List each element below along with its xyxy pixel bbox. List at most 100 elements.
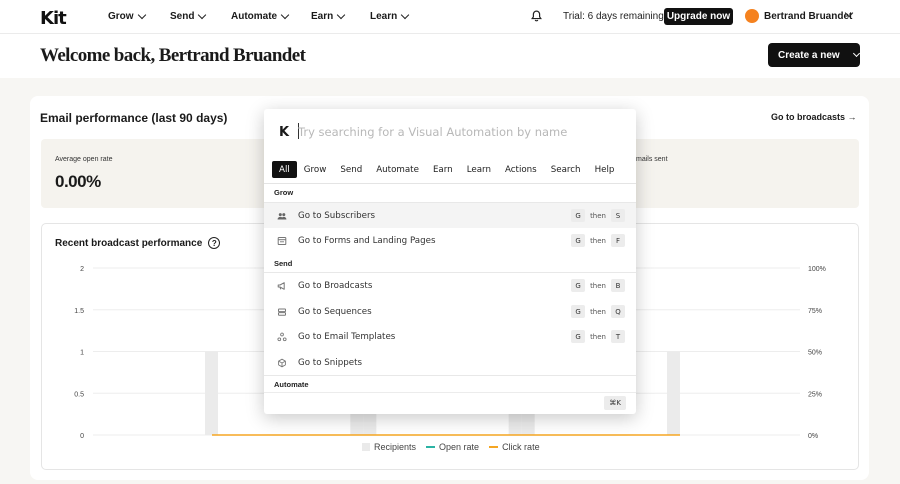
avatar[interactable] bbox=[745, 9, 759, 23]
then-text: then bbox=[590, 332, 606, 341]
emails-sent-label: mails sent bbox=[636, 156, 668, 163]
performance-title: Email performance (last 90 days) bbox=[40, 111, 228, 125]
create-new-label: Create a new bbox=[778, 49, 840, 61]
then-text: then bbox=[590, 281, 606, 290]
then-text: then bbox=[590, 307, 606, 316]
shortcut: G then S bbox=[571, 209, 625, 222]
palette-item-snippets[interactable]: Go to Snippets bbox=[264, 350, 636, 375]
open-rate-swatch bbox=[426, 446, 436, 448]
palette-item-forms[interactable]: Go to Forms and Landing Pages G then F bbox=[264, 228, 636, 253]
divider bbox=[264, 392, 636, 393]
create-new-button[interactable]: Create a new bbox=[768, 43, 860, 67]
command-palette: K All Grow Send Automate Earn Learn Acti… bbox=[264, 109, 636, 414]
template-icon bbox=[277, 332, 287, 341]
user-name[interactable]: Bertrand Bruandet bbox=[764, 11, 852, 22]
top-nav: Kit Grow Send Automate Earn Learn Trial:… bbox=[0, 0, 900, 34]
sequence-icon bbox=[278, 308, 286, 316]
palette-item-email-templates[interactable]: Go to Email Templates G then T bbox=[264, 324, 636, 349]
click-rate-swatch bbox=[489, 446, 499, 448]
key: B bbox=[611, 279, 625, 292]
palette-item-subscribers[interactable]: Go to Subscribers G then S bbox=[264, 203, 636, 228]
key: S bbox=[611, 209, 625, 222]
palette-item-label: Go to Snippets bbox=[298, 357, 363, 368]
users-icon bbox=[277, 212, 287, 219]
page-title: Welcome back, Bertrand Bruandet bbox=[40, 45, 306, 66]
key: T bbox=[611, 330, 625, 343]
chart-title-text: Recent broadcast performance bbox=[55, 237, 203, 249]
nav-grow[interactable]: Grow bbox=[108, 10, 146, 22]
tab-send[interactable]: Send bbox=[333, 161, 369, 178]
chart-title: Recent broadcast performance ? bbox=[55, 237, 221, 249]
key: G bbox=[571, 234, 586, 247]
divider bbox=[264, 183, 636, 184]
nav-earn[interactable]: Earn bbox=[311, 10, 346, 22]
section-send: Send bbox=[274, 259, 293, 268]
tab-help[interactable]: Help bbox=[588, 161, 622, 178]
palette-logo: K bbox=[279, 125, 290, 140]
open-rate-label: Average open rate bbox=[55, 156, 113, 163]
tab-all[interactable]: All bbox=[272, 161, 297, 178]
palette-item-broadcasts[interactable]: Go to Broadcasts G then B bbox=[264, 273, 636, 298]
shortcut: G then Q bbox=[571, 305, 625, 318]
key: F bbox=[611, 234, 625, 247]
nav-automate[interactable]: Automate bbox=[231, 10, 290, 22]
palette-item-sequences[interactable]: Go to Sequences G then Q bbox=[264, 299, 636, 324]
upgrade-button[interactable]: Upgrade now bbox=[664, 8, 733, 25]
key: G bbox=[571, 305, 586, 318]
legend-click-rate-label: Click rate bbox=[502, 442, 540, 452]
then-text: then bbox=[590, 211, 606, 220]
tab-search[interactable]: Search bbox=[544, 161, 588, 178]
palette-item-label: Go to Subscribers bbox=[298, 210, 376, 221]
snippet-icon bbox=[278, 358, 286, 367]
form-icon bbox=[277, 236, 287, 245]
nav-learn-label: Learn bbox=[370, 11, 398, 22]
nav-automate-label: Automate bbox=[231, 11, 278, 22]
recipients-swatch bbox=[362, 443, 370, 451]
palette-tabs: All Grow Send Automate Earn Learn Action… bbox=[272, 161, 621, 178]
legend-open-rate-label: Open rate bbox=[439, 442, 480, 452]
palette-search-input[interactable] bbox=[298, 123, 618, 141]
chart-legend: Recipients Open rate Click rate bbox=[362, 442, 540, 452]
key: G bbox=[571, 279, 586, 292]
palette-item-label: Go to Email Templates bbox=[298, 331, 396, 342]
palette-item-label: Go to Sequences bbox=[298, 306, 372, 317]
tab-actions[interactable]: Actions bbox=[498, 161, 544, 178]
legend-open-rate[interactable]: Open rate bbox=[426, 442, 479, 452]
section-automate: Automate bbox=[274, 380, 309, 389]
chevron-down-icon bbox=[137, 10, 146, 20]
divider bbox=[264, 375, 636, 376]
tab-grow[interactable]: Grow bbox=[297, 161, 334, 178]
nav-learn[interactable]: Learn bbox=[370, 10, 410, 22]
nav-send-label: Send bbox=[170, 11, 195, 22]
nav-send[interactable]: Send bbox=[170, 10, 207, 22]
bell-icon[interactable] bbox=[531, 10, 542, 22]
palette-item-label: Go to Broadcasts bbox=[298, 280, 373, 291]
legend-click-rate[interactable]: Click rate bbox=[489, 442, 540, 452]
chevron-down-icon bbox=[198, 10, 207, 20]
chevron-down-icon bbox=[280, 10, 290, 20]
megaphone-icon bbox=[277, 281, 285, 290]
shortcut: G then F bbox=[571, 234, 625, 247]
open-rate-value: 0.00% bbox=[55, 172, 101, 191]
go-to-broadcasts-link[interactable]: Go to broadcasts → bbox=[771, 112, 857, 122]
palette-item-label: Go to Forms and Landing Pages bbox=[298, 235, 436, 246]
trial-status: Trial: 6 days remaining bbox=[563, 11, 664, 22]
nav-earn-label: Earn bbox=[311, 11, 334, 22]
key: Q bbox=[611, 305, 625, 318]
legend-recipients[interactable]: Recipients bbox=[362, 442, 416, 452]
key: G bbox=[571, 209, 586, 222]
nav-grow-label: Grow bbox=[108, 11, 134, 22]
key: G bbox=[571, 330, 586, 343]
legend-recipients-label: Recipients bbox=[374, 442, 417, 452]
shortcut-hint: ⌘K bbox=[604, 396, 626, 410]
chevron-down-icon bbox=[336, 10, 346, 20]
tab-automate[interactable]: Automate bbox=[369, 161, 426, 178]
tab-earn[interactable]: Earn bbox=[426, 161, 460, 178]
section-grow: Grow bbox=[274, 188, 294, 197]
tab-learn[interactable]: Learn bbox=[460, 161, 498, 178]
help-icon[interactable]: ? bbox=[208, 237, 221, 249]
shortcut: G then T bbox=[571, 330, 625, 343]
chevron-down-icon bbox=[400, 10, 410, 20]
kit-logo[interactable]: Kit bbox=[40, 8, 67, 29]
shortcut: G then B bbox=[571, 279, 625, 292]
